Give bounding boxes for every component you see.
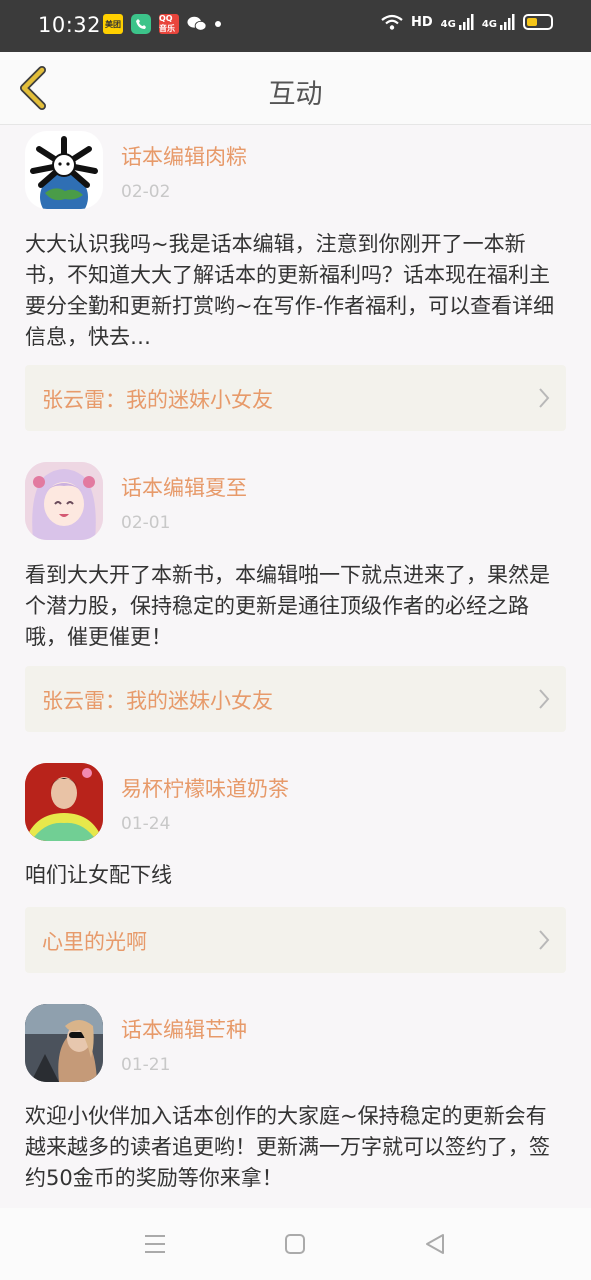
more-notifications-dot bbox=[215, 21, 221, 27]
author-name[interactable]: 易杯柠檬味道奶茶 bbox=[121, 773, 289, 803]
meituan-app-icon: 美团 bbox=[103, 14, 123, 34]
book-reference-title: 张云雷：我的迷妹小女友 bbox=[42, 388, 273, 412]
battery-level bbox=[527, 18, 537, 26]
wifi-icon bbox=[381, 14, 403, 30]
avatar[interactable] bbox=[25, 131, 103, 209]
post-date: 01-24 bbox=[121, 814, 171, 834]
post-date: 01-21 bbox=[121, 1055, 171, 1075]
book-reference[interactable]: 心里的光啊 bbox=[25, 907, 566, 973]
menu-icon bbox=[145, 1235, 165, 1253]
hd-label: HD bbox=[410, 14, 433, 30]
title-bar: 互动 bbox=[0, 52, 591, 125]
book-reference-title: 张云雷：我的迷妹小女友 bbox=[42, 689, 273, 713]
page-title: 互动 bbox=[268, 79, 323, 110]
post-content[interactable]: 大大认识我吗~我是话本编辑，注意到你刚开了一本新书，不知道大大了解话本的更新福利… bbox=[25, 229, 565, 353]
avatar[interactable] bbox=[25, 1004, 103, 1082]
signal-4g-1: 4G bbox=[441, 14, 474, 30]
chevron-right-icon bbox=[539, 689, 550, 709]
status-bar: 10:32 美团 QQ音乐 HD 4G 4G bbox=[0, 0, 591, 52]
post-date: 02-01 bbox=[121, 513, 171, 533]
signal-4g-2: 4G bbox=[482, 14, 515, 30]
book-reference-title: 心里的光啊 bbox=[42, 930, 147, 954]
post-content[interactable]: 欢迎小伙伴加入话本创作的大家庭~保持稳定的更新会有越来越多的读者追更哟！更新满一… bbox=[25, 1101, 565, 1194]
chevron-right-icon bbox=[539, 388, 550, 408]
author-name[interactable]: 话本编辑肉粽 bbox=[121, 141, 247, 171]
book-reference[interactable]: 张云雷：我的迷妹小女友 bbox=[25, 666, 566, 732]
post-content[interactable]: 咱们让女配下线 bbox=[25, 860, 565, 891]
phone-app-icon bbox=[131, 14, 151, 34]
qq-music-app-icon: QQ音乐 bbox=[159, 14, 179, 34]
status-time: 10:32 bbox=[38, 13, 102, 37]
back-triangle-icon bbox=[426, 1234, 444, 1254]
chevron-right-icon bbox=[539, 930, 550, 950]
home-button[interactable] bbox=[283, 1232, 309, 1256]
post-content[interactable]: 看到大大开了本新书，本编辑啪一下就点进来了，果然是个潜力股，保持稳定的更新是通往… bbox=[25, 560, 565, 653]
post-date: 02-02 bbox=[121, 182, 171, 202]
book-reference[interactable]: 张云雷：我的迷妹小女友 bbox=[25, 365, 566, 431]
avatar[interactable] bbox=[25, 462, 103, 540]
menu-button[interactable] bbox=[143, 1232, 169, 1256]
wechat-icon bbox=[187, 14, 207, 34]
author-name[interactable]: 话本编辑芒种 bbox=[121, 1014, 247, 1044]
author-name[interactable]: 话本编辑夏至 bbox=[121, 472, 247, 502]
system-nav-bar bbox=[0, 1208, 591, 1280]
status-indicators: HD 4G 4G bbox=[381, 14, 553, 30]
battery-icon bbox=[523, 14, 553, 30]
back-nav-button[interactable] bbox=[423, 1232, 449, 1256]
notification-icons: 美团 QQ音乐 bbox=[103, 14, 221, 34]
home-square-icon bbox=[285, 1234, 305, 1254]
avatar[interactable] bbox=[25, 763, 103, 841]
